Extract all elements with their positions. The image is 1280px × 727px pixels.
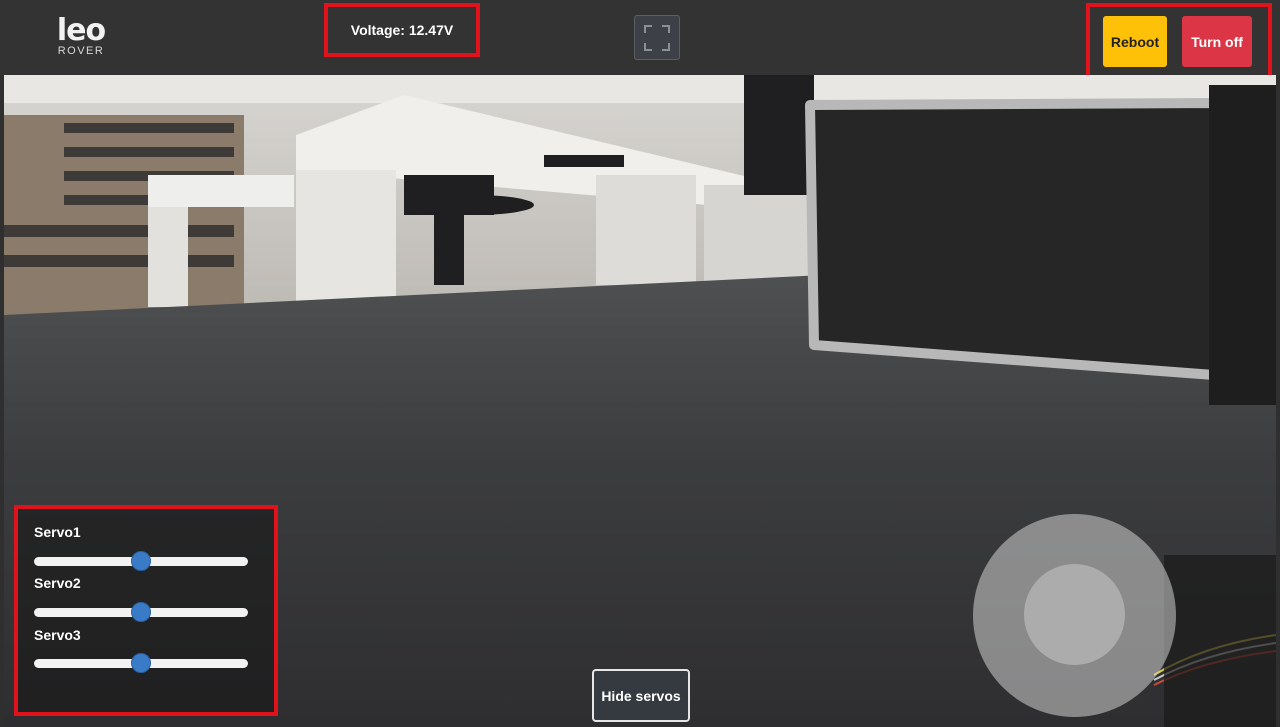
voltage-label: Voltage: 12.47V: [350, 22, 454, 38]
servo2-slider-thumb[interactable]: [131, 602, 151, 622]
servo3-slider[interactable]: [34, 653, 248, 673]
turn-off-button[interactable]: Turn off: [1182, 16, 1252, 67]
fullscreen-button[interactable]: [634, 15, 680, 60]
joystick-knob[interactable]: [1024, 564, 1125, 665]
logo-subtext: ROVER: [57, 45, 105, 57]
leo-rover-logo: leo ROVER: [46, 14, 120, 62]
servo2-label: Servo2: [34, 575, 81, 591]
fullscreen-icon: [644, 25, 670, 51]
logo-text: leo: [56, 13, 106, 48]
hide-servos-button[interactable]: Hide servos: [592, 669, 690, 722]
joystick[interactable]: [973, 514, 1176, 717]
servo3-slider-thumb[interactable]: [131, 653, 151, 673]
servo1-label: Servo1: [34, 524, 81, 540]
servo-panel: Servo1 Servo2 Servo3: [14, 505, 278, 716]
voltage-display: Voltage: 12.47V: [324, 3, 480, 57]
servo1-slider-thumb[interactable]: [131, 551, 151, 571]
top-bar: leo ROVER Voltage: 12.47V Reboot Turn of…: [0, 0, 1280, 80]
servo2-slider[interactable]: [34, 602, 248, 622]
servo1-slider[interactable]: [34, 551, 248, 571]
servo3-label: Servo3: [34, 627, 81, 643]
reboot-button[interactable]: Reboot: [1103, 16, 1167, 67]
